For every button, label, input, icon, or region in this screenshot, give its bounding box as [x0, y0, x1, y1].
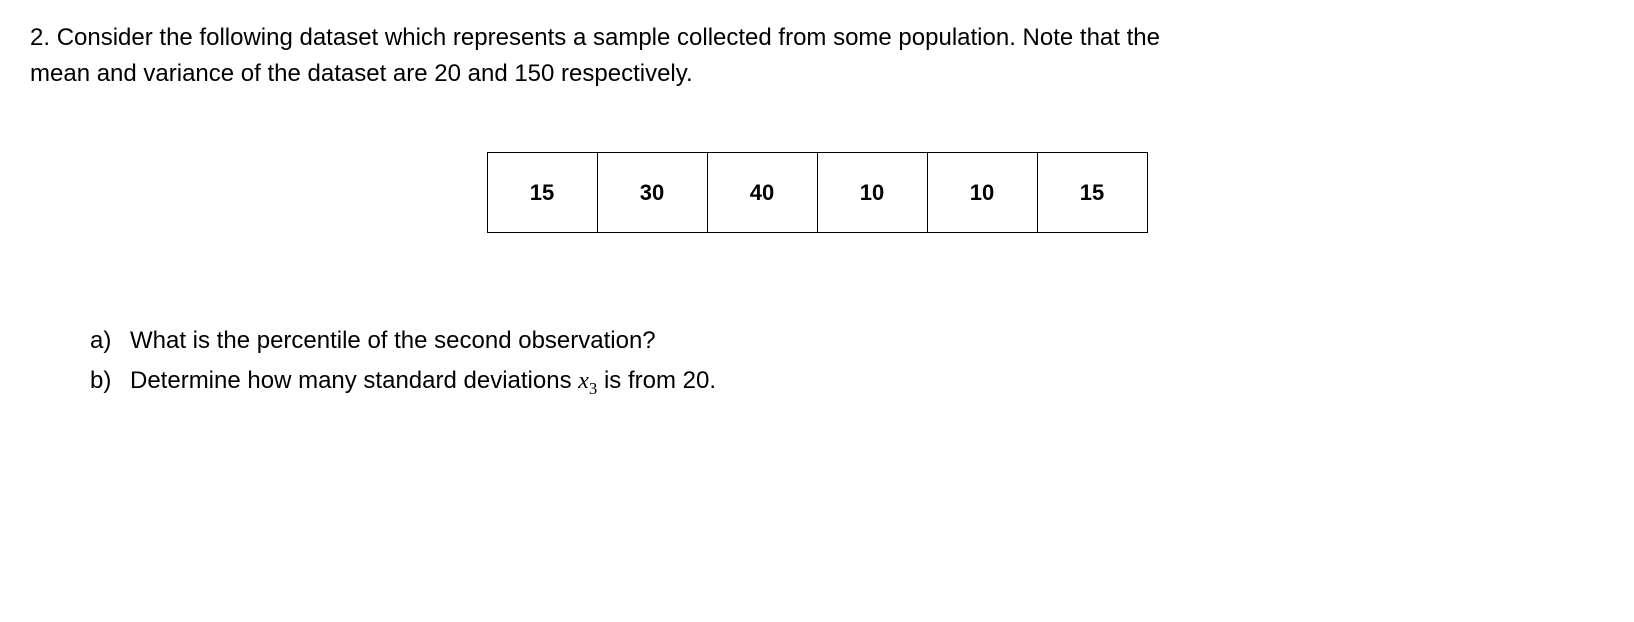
question-text-line1: Consider the following dataset which rep…: [57, 24, 1160, 51]
table-row: 15 30 40 10 10 15: [487, 153, 1147, 233]
data-cell: 15: [487, 153, 597, 233]
question-number: 2.: [30, 24, 50, 51]
data-cell: 10: [927, 153, 1037, 233]
data-cell: 40: [707, 153, 817, 233]
question-text-line2: mean and variance of the dataset are 20 …: [30, 60, 693, 87]
sub-text-b: Determine how many standard deviations x…: [130, 363, 716, 401]
question-prompt: 2. Consider the following dataset which …: [30, 20, 1604, 92]
sub-text-a: What is the percentile of the second obs…: [130, 323, 656, 359]
sub-b-after: is from 20.: [597, 367, 716, 394]
data-cell: 15: [1037, 153, 1147, 233]
sub-question-a: a) What is the percentile of the second …: [90, 323, 1604, 359]
data-cell: 10: [817, 153, 927, 233]
var-x: x: [578, 368, 589, 394]
sub-label-b: b): [90, 363, 130, 401]
math-variable: x3: [578, 368, 597, 394]
sub-b-before: Determine how many standard deviations: [130, 367, 578, 394]
sub-questions-list: a) What is the percentile of the second …: [30, 323, 1604, 401]
data-cell: 30: [597, 153, 707, 233]
sub-label-a: a): [90, 323, 130, 359]
dataset-table: 15 30 40 10 10 15: [487, 152, 1148, 233]
sub-question-b: b) Determine how many standard deviation…: [90, 363, 1604, 401]
